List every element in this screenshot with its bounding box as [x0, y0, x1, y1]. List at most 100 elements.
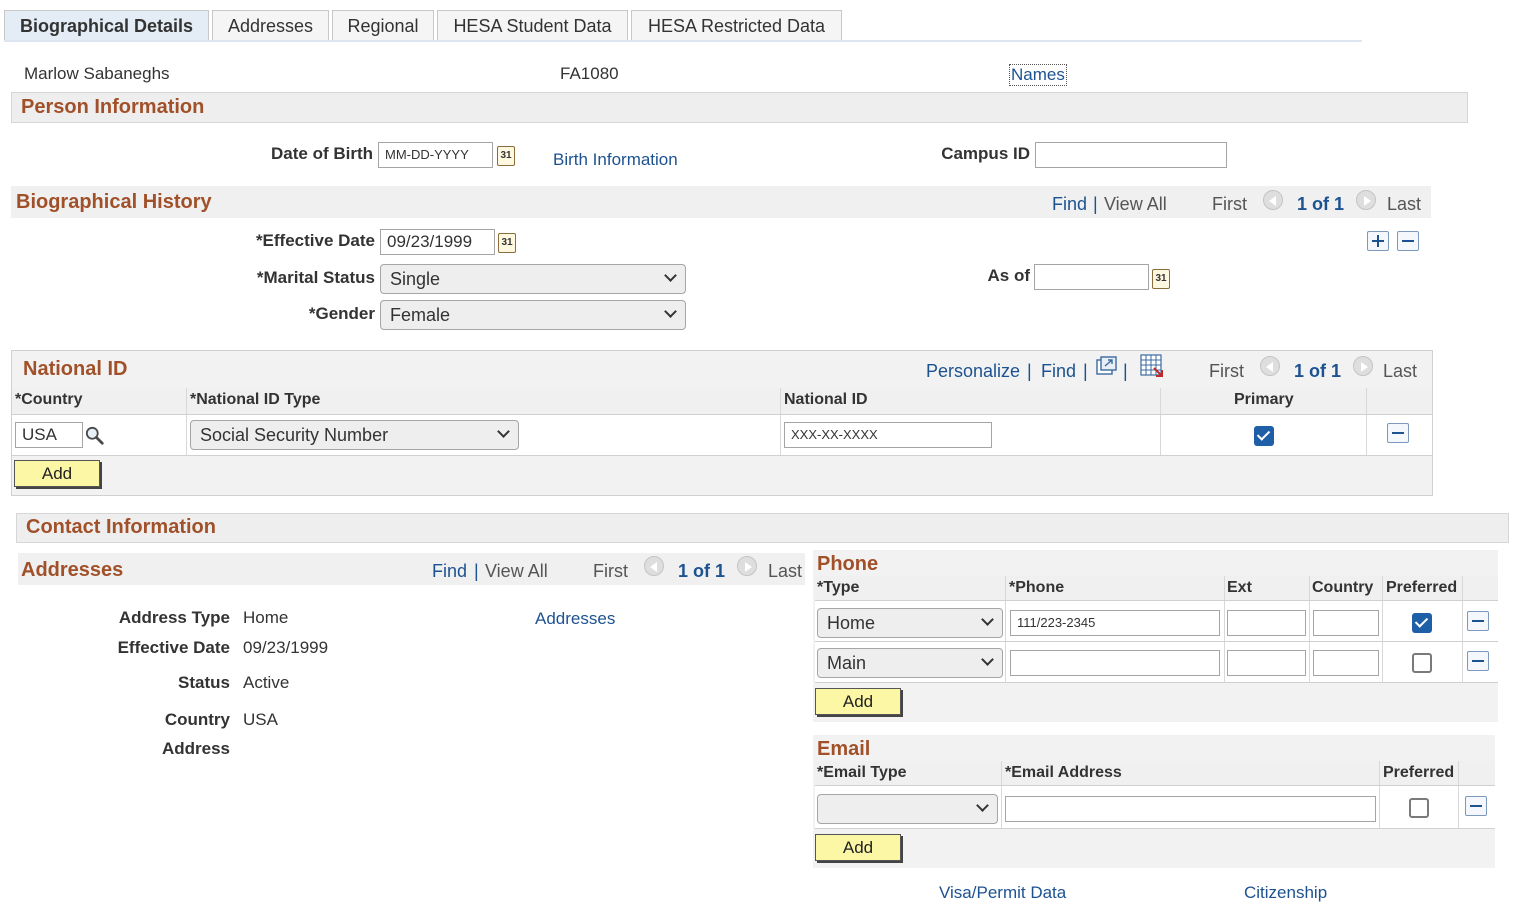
delete-row-icon[interactable] — [1465, 796, 1487, 816]
dob-input[interactable]: MM-DD-YYYY — [378, 142, 493, 168]
addr-next-icon[interactable] — [737, 556, 757, 576]
addr-address-label: Address — [161, 739, 230, 758]
col-email-type: *Email Type — [817, 764, 907, 781]
national-id-add-button[interactable]: Add — [14, 460, 100, 487]
person-information-bar — [11, 92, 1468, 123]
col-phone-type: *Type — [817, 579, 860, 596]
ext-input[interactable] — [1227, 650, 1306, 676]
birth-information-link[interactable]: Birth Information — [553, 150, 678, 170]
phone-preferred-checkbox[interactable] — [1412, 653, 1432, 673]
phone-country-input[interactable] — [1313, 650, 1379, 676]
phone-input[interactable]: 111/223-2345 — [1010, 610, 1220, 636]
addr-find-link[interactable]: Find — [432, 561, 467, 582]
gender-value: Female — [390, 305, 451, 325]
email-type-select[interactable] — [817, 794, 998, 824]
phone-add-button[interactable]: Add — [815, 688, 901, 715]
bio-first[interactable]: First — [1212, 194, 1247, 215]
campus-id-input[interactable] — [1035, 142, 1227, 168]
email-header-row: *Email Type *Email Address Preferred — [815, 761, 1495, 786]
calendar-icon[interactable]: 31 — [497, 146, 515, 166]
addr-effective-date-label: Effective Date — [117, 638, 230, 657]
col-phone-country: Country — [1312, 579, 1374, 596]
marital-status-select[interactable]: Single — [380, 264, 686, 294]
ext-input[interactable] — [1227, 610, 1306, 636]
addr-prev-icon[interactable] — [644, 556, 664, 576]
phone-header-row: *Type *Phone Ext Country Preferred — [815, 576, 1498, 601]
addr-country-label: Country — [164, 710, 230, 729]
nid-page: 1 of 1 — [1294, 361, 1342, 381]
email-preferred-checkbox[interactable] — [1409, 798, 1429, 818]
country-input[interactable]: USA — [15, 422, 83, 448]
dob-label: Date of Birth — [271, 144, 373, 163]
col-email-address: *Email Address — [1005, 764, 1122, 781]
chevron-down-icon — [664, 305, 677, 318]
bio-next-icon[interactable] — [1356, 190, 1376, 210]
primary-checkbox[interactable] — [1254, 426, 1274, 446]
tab-hesa-student-data[interactable]: HESA Student Data — [437, 10, 628, 41]
phone-type-value: Home — [827, 613, 876, 633]
gender-select[interactable]: Female — [380, 300, 686, 330]
bio-find-link[interactable]: Find — [1052, 194, 1087, 215]
chevron-down-icon — [981, 613, 994, 626]
tab-addresses[interactable]: Addresses — [212, 10, 329, 41]
bio-prev-icon[interactable] — [1263, 190, 1283, 210]
delete-row-icon[interactable] — [1397, 231, 1419, 251]
addr-last[interactable]: Last — [768, 561, 802, 582]
col-national-id-type: *National ID Type — [190, 391, 321, 408]
add-row-icon[interactable] — [1367, 231, 1389, 251]
phone-type-select[interactable]: Home — [817, 608, 1003, 638]
gender-label: *Gender — [308, 304, 375, 323]
nid-first[interactable]: First — [1209, 361, 1244, 382]
bio-view-all[interactable]: View All — [1104, 194, 1167, 215]
bio-page: 1 of 1 — [1297, 194, 1345, 214]
tab-biographical-details[interactable]: Biographical Details — [4, 10, 209, 41]
nid-separator-3: | — [1123, 361, 1128, 381]
phone-preferred-checkbox[interactable] — [1412, 613, 1432, 633]
tab-regional[interactable]: Regional — [332, 10, 434, 41]
phone-type-select[interactable]: Main — [817, 648, 1003, 678]
addresses-title: Addresses — [21, 559, 124, 581]
as-of-calendar-icon[interactable]: 31 — [1152, 269, 1170, 289]
phone-country-input[interactable] — [1313, 610, 1379, 636]
addr-first[interactable]: First — [593, 561, 628, 582]
effective-date-input[interactable]: 09/23/1999 — [380, 229, 495, 255]
col-phone-preferred: Preferred — [1386, 579, 1458, 596]
nid-last[interactable]: Last — [1383, 361, 1417, 382]
email-title: Email — [817, 738, 871, 760]
nid-prev-icon[interactable] — [1260, 356, 1280, 376]
download-grid-icon[interactable] — [1140, 354, 1164, 378]
citizenship-link[interactable]: Citizenship — [1244, 883, 1327, 903]
campus-id-label: Campus ID — [941, 144, 1030, 163]
national-id-header-row: *Country *National ID Type National ID P… — [12, 388, 1432, 415]
nid-separator-2: | — [1083, 361, 1088, 381]
col-email-preferred: Preferred — [1383, 764, 1455, 781]
phone-type-value: Main — [827, 653, 867, 673]
delete-row-icon[interactable] — [1467, 611, 1489, 631]
col-country: *Country — [15, 391, 83, 408]
national-id-type-value: Social Security Number — [200, 425, 389, 445]
phone-input[interactable] — [1010, 650, 1220, 676]
national-id-input[interactable]: XXX-XX-XXXX — [784, 422, 992, 448]
personalize-link[interactable]: Personalize — [926, 361, 1020, 382]
bio-last[interactable]: Last — [1387, 194, 1421, 215]
addr-view-all[interactable]: View All — [485, 561, 548, 582]
search-icon[interactable] — [85, 426, 105, 446]
email-add-button[interactable]: Add — [815, 834, 901, 861]
names-link[interactable]: Names — [1009, 64, 1067, 86]
nid-find-link[interactable]: Find — [1041, 361, 1076, 382]
addresses-link[interactable]: Addresses — [535, 609, 615, 629]
national-id-type-select[interactable]: Social Security Number — [190, 420, 519, 450]
effective-date-calendar-icon[interactable]: 31 — [498, 233, 516, 253]
delete-row-icon[interactable] — [1387, 423, 1409, 443]
col-primary: Primary — [1234, 391, 1294, 408]
as-of-label: As of — [987, 266, 1031, 285]
nid-next-icon[interactable] — [1353, 356, 1373, 376]
marital-status-value: Single — [390, 269, 441, 289]
delete-row-icon[interactable] — [1467, 651, 1489, 671]
tab-underline — [4, 40, 1362, 42]
view-in-new-window-icon[interactable] — [1096, 356, 1118, 376]
visa-permit-link[interactable]: Visa/Permit Data — [939, 883, 1066, 903]
as-of-input[interactable] — [1034, 264, 1149, 290]
email-address-input[interactable] — [1005, 796, 1376, 822]
tab-hesa-restricted-data[interactable]: HESA Restricted Data — [631, 10, 842, 41]
